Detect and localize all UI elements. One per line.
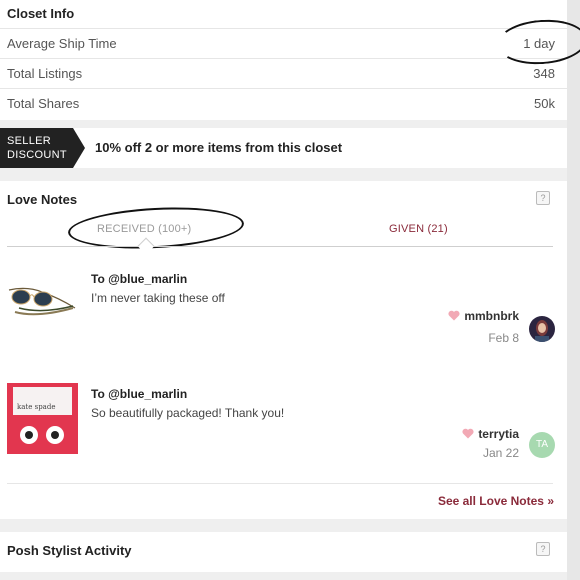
note-author[interactable]: terrytia — [462, 427, 519, 441]
note-recipient[interactable]: To @blue_marlin — [91, 272, 187, 286]
note-author[interactable]: mmbnbrk — [448, 309, 519, 323]
help-icon[interactable]: ? — [536, 191, 550, 205]
posh-stylist-section: Posh Stylist Activity ? — [0, 532, 567, 572]
closet-info-section: Closet Info Average Ship Time 1 day Tota… — [0, 0, 580, 120]
sunglasses-thumbnail[interactable] — [7, 268, 78, 339]
total-listings-row: Total Listings 348 — [0, 58, 567, 88]
page-scroll-gutter — [567, 0, 580, 580]
note-message: So beautifully packaged! Thank you! — [91, 406, 285, 420]
tab-given[interactable]: GIVEN (21) — [389, 223, 448, 235]
total-shares-row: Total Shares 50k — [0, 88, 567, 118]
note-message: I’m never taking these off — [91, 291, 225, 305]
note-date: Feb 8 — [488, 331, 519, 345]
note-author-name: mmbnbrk — [464, 309, 519, 323]
total-shares-value: 50k — [534, 96, 555, 111]
tabs-divider — [7, 246, 553, 247]
help-icon[interactable]: ? — [536, 542, 550, 556]
total-listings-value: 348 — [533, 66, 555, 81]
heart-icon — [448, 310, 460, 321]
love-notes-section: Love Notes ? RECEIVED (100+) GIVEN (21) … — [0, 181, 567, 519]
love-notes-title: Love Notes — [7, 192, 78, 207]
avg-ship-time-row: Average Ship Time 1 day — [0, 28, 567, 58]
note-author-name: terrytia — [478, 427, 519, 441]
see-all-divider — [7, 483, 553, 484]
avatar[interactable] — [529, 316, 555, 342]
badge-line-2: DISCOUNT — [7, 149, 67, 161]
note-recipient[interactable]: To @blue_marlin — [91, 387, 187, 401]
avatar[interactable]: TA — [529, 432, 555, 458]
love-note-item: To @blue_marlin I’m never taking these o… — [0, 268, 567, 376]
posh-stylist-title: Posh Stylist Activity — [7, 543, 132, 558]
closet-info-title: Closet Info — [7, 6, 75, 21]
avg-ship-time-label: Average Ship Time — [7, 36, 117, 51]
note-date: Jan 22 — [482, 446, 519, 460]
see-all-love-notes-link[interactable]: See all Love Notes » — [438, 494, 554, 508]
total-listings-label: Total Listings — [7, 66, 83, 81]
love-note-item: kate spade To @blue_marlin So beautifull… — [0, 383, 567, 491]
earrings-thumbnail[interactable]: kate spade — [7, 383, 78, 454]
total-shares-label: Total Shares — [7, 96, 80, 111]
heart-icon — [462, 428, 474, 439]
seller-discount-badge: SELLER DISCOUNT — [0, 128, 85, 168]
badge-line-1: SELLER — [7, 135, 51, 147]
discount-text: 10% off 2 or more items from this closet — [95, 140, 343, 155]
svg-text:kate spade: kate spade — [17, 403, 55, 411]
seller-discount-banner: SELLER DISCOUNT 10% off 2 or more items … — [0, 128, 567, 168]
